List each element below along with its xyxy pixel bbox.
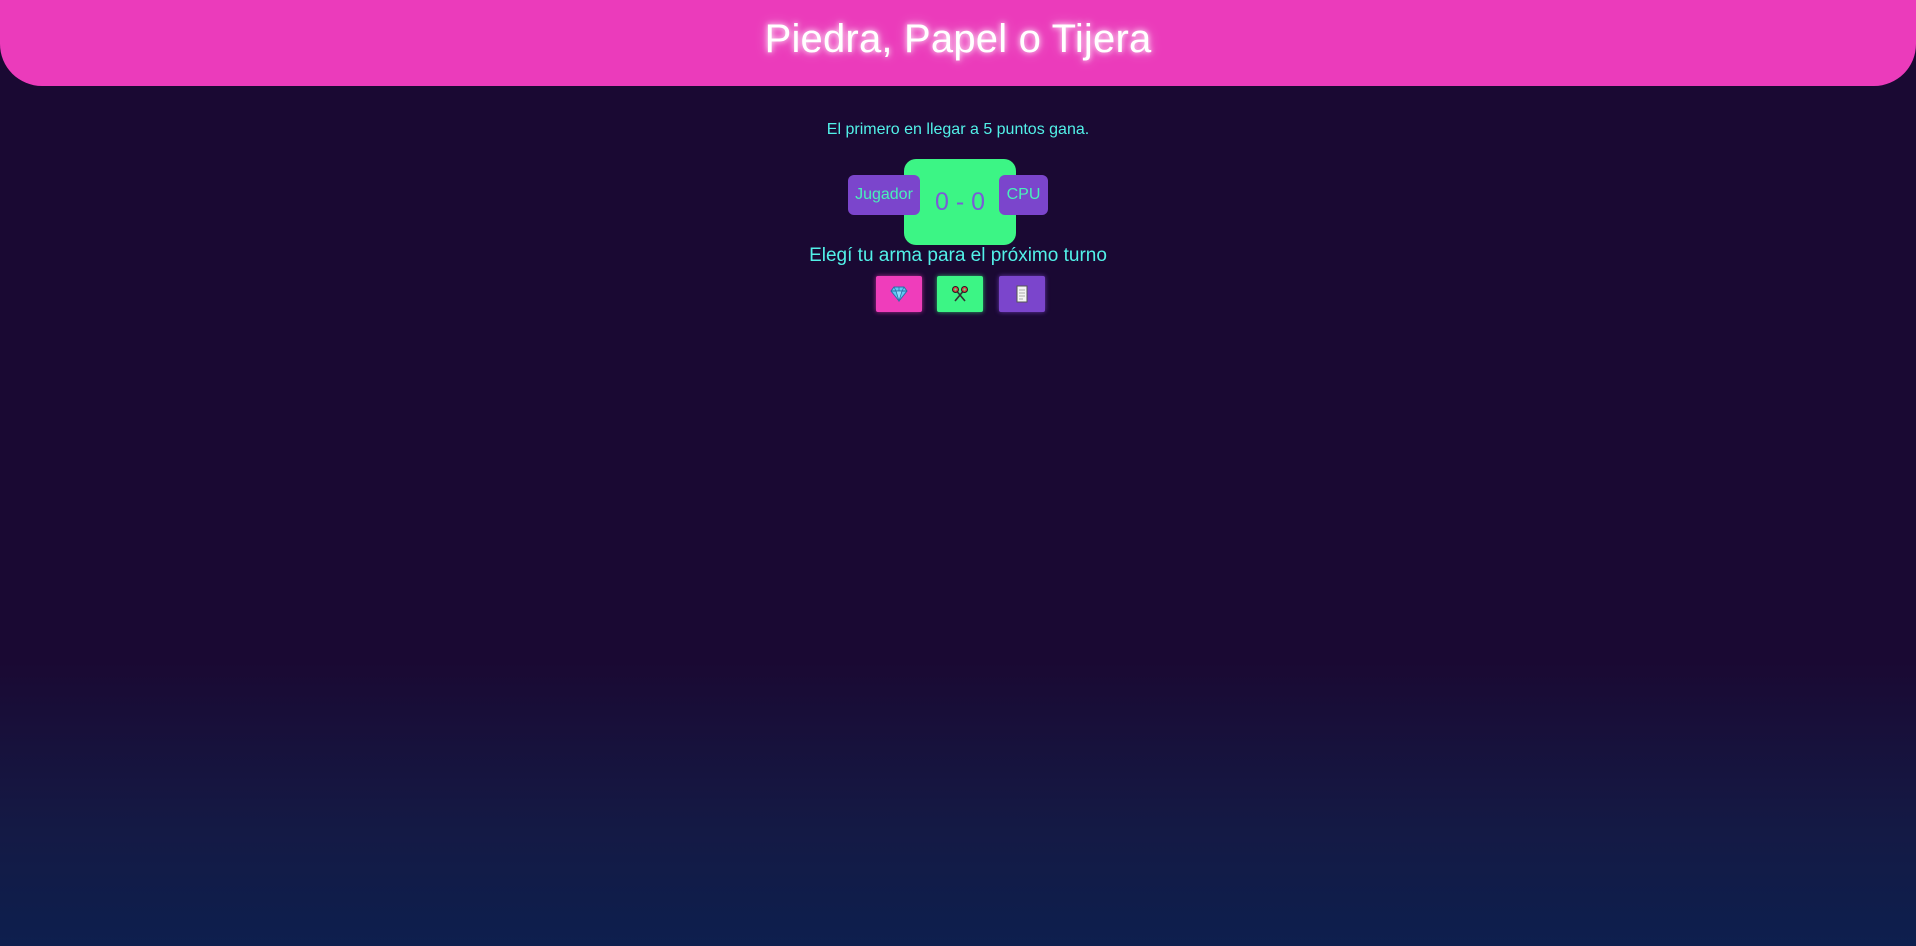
paper-button[interactable] bbox=[999, 276, 1045, 312]
scissors-button[interactable] bbox=[937, 276, 983, 312]
cpu-label: CPU bbox=[999, 175, 1048, 215]
header-bar: Piedra, Papel o Tijera bbox=[0, 0, 1916, 86]
scoreboard: 0 - 0 Jugador CPU bbox=[0, 159, 1916, 245]
player-label: Jugador bbox=[848, 175, 920, 215]
rules-text: El primero en llegar a 5 puntos gana. bbox=[826, 121, 1090, 138]
gem-icon bbox=[890, 286, 908, 302]
page-title: Piedra, Papel o Tijera bbox=[764, 16, 1152, 61]
rock-button[interactable] bbox=[876, 276, 922, 312]
turn-prompt: Elegí tu arma para el próximo turno bbox=[809, 245, 1107, 266]
scissors-icon bbox=[951, 285, 969, 303]
paper-icon bbox=[1015, 285, 1029, 303]
